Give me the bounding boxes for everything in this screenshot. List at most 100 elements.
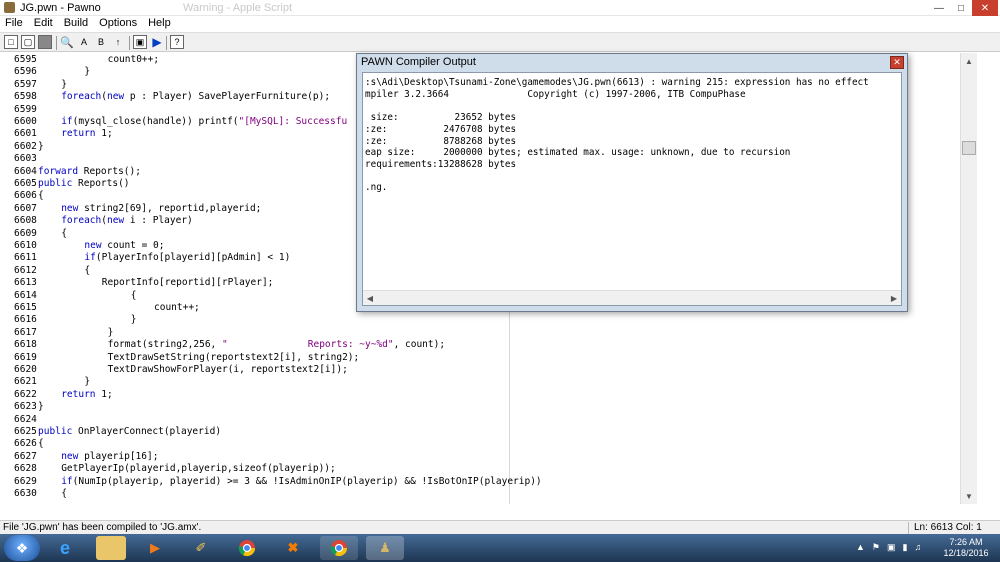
scroll-right-icon[interactable]: ▶ xyxy=(887,291,901,305)
open-file-icon[interactable]: ▢ xyxy=(21,35,35,49)
line-text: { xyxy=(130,289,137,301)
line-number: 6613 xyxy=(14,277,37,289)
save-file-icon[interactable] xyxy=(38,35,52,49)
maximize-button[interactable]: □ xyxy=(950,0,972,16)
status-message: File 'JG.pwn' has been compiled to 'JG.a… xyxy=(3,522,202,533)
line-text: count0++; xyxy=(107,54,160,65)
compiler-output-window: PAWN Compiler Output ✕ :s\Adi\Desktop\Ts… xyxy=(356,53,908,312)
start-button[interactable]: ❖ xyxy=(4,535,40,561)
window-title: JG.pwn - Pawno xyxy=(20,2,101,14)
toolbar: □ ▢ 🔍 A B ↑ ▣ ▶ ? xyxy=(0,32,1000,52)
line-number: 6615 xyxy=(14,302,37,313)
toolbar-separator xyxy=(56,36,57,50)
menu-options[interactable]: Options xyxy=(94,16,143,31)
compile-icon[interactable]: ▣ xyxy=(133,35,147,49)
line-text: forward Reports(); xyxy=(38,165,141,177)
line-number: 6619 xyxy=(14,351,37,363)
line-text: } xyxy=(130,314,137,326)
line-text: } xyxy=(107,326,114,338)
line-text: TextDrawSetString(reportstext2[i], strin… xyxy=(107,351,360,363)
line-number: 6607 xyxy=(14,202,37,214)
pawno-icon[interactable]: ♟ xyxy=(366,536,404,560)
menu-help[interactable]: Help xyxy=(143,16,177,31)
menu-bar: File Edit Build Options Help xyxy=(0,16,1000,31)
menu-file[interactable]: File xyxy=(0,16,29,31)
background-window-title: Warning - Apple Script xyxy=(183,2,293,14)
menu-build[interactable]: Build xyxy=(59,16,94,31)
ie-icon[interactable]: e xyxy=(46,536,84,560)
find-icon[interactable]: 🔍 xyxy=(60,35,74,49)
scroll-left-icon[interactable]: ◀ xyxy=(363,291,377,305)
media-player-icon[interactable]: ▶ xyxy=(136,536,174,560)
line-number: 6603 xyxy=(14,153,37,165)
tray-network-icon[interactable]: ▮ xyxy=(903,542,908,553)
tray-flag-icon[interactable]: ⚑ xyxy=(872,542,880,553)
vertical-scrollbar[interactable]: ▲ ▼ xyxy=(960,53,977,504)
compiler-output-text[interactable]: :s\Adi\Desktop\Tsunami-Zone\gamemodes\JG… xyxy=(362,72,902,306)
line-text: if(PlayerInfo[playerid][pAdmin] < 1) xyxy=(84,252,291,264)
line-number: 6606 xyxy=(14,190,37,202)
line-number: 6629 xyxy=(14,475,37,487)
chrome-icon-2[interactable] xyxy=(320,536,358,560)
line-number: 6624 xyxy=(14,413,37,425)
line-text: { xyxy=(38,438,44,450)
clock-date: 12/18/2016 xyxy=(943,548,989,558)
line-number: 6605 xyxy=(14,178,37,189)
compiler-output-line: :ze: 8788268 bytes xyxy=(365,135,517,147)
compiler-output-line: size: 23652 bytes xyxy=(365,112,517,124)
menu-edit[interactable]: Edit xyxy=(29,16,59,31)
line-number: 6609 xyxy=(14,227,37,239)
line-number: 6595 xyxy=(14,54,37,65)
pawno-app-icon xyxy=(4,2,15,13)
compiler-output-line: :s\Adi\Desktop\Tsunami-Zone\gamemodes\JG… xyxy=(365,77,869,88)
tray-arrow-icon[interactable]: ▲ xyxy=(856,542,865,553)
line-number: 6611 xyxy=(14,252,37,264)
line-text: return 1; xyxy=(61,388,113,400)
line-number: 6601 xyxy=(14,128,37,140)
tray-monitor-icon[interactable]: ▣ xyxy=(887,542,896,553)
clock[interactable]: 7:26 AM 12/18/2016 xyxy=(938,537,994,559)
line-text: GetPlayerIp(playerid,playerip,sizeof(pla… xyxy=(61,463,336,475)
line-number: 6627 xyxy=(14,450,37,462)
minimize-button[interactable]: — xyxy=(928,0,950,16)
line-number: 6598 xyxy=(14,91,37,103)
xampp-icon[interactable]: ✖ xyxy=(274,536,312,560)
line-text: foreach(new i : Player) xyxy=(61,215,193,227)
line-text: foreach(new p : Player) SavePlayerFurnit… xyxy=(61,91,331,103)
line-number: 6596 xyxy=(14,66,37,78)
find-next-icon[interactable]: A xyxy=(77,35,91,49)
line-text: } xyxy=(61,78,67,90)
status-divider xyxy=(908,522,909,534)
compiler-close-button[interactable]: ✕ xyxy=(890,56,904,69)
new-file-icon[interactable]: □ xyxy=(4,35,18,49)
compiler-output-title: PAWN Compiler Output xyxy=(361,56,476,68)
line-text: new playerip[16]; xyxy=(61,450,159,462)
line-text: if(NumIp(playerip, playerid) >= 3 && !Is… xyxy=(61,475,542,487)
run-icon[interactable]: ▶ xyxy=(150,35,164,49)
line-number: 6623 xyxy=(14,401,37,413)
line-number: 6630 xyxy=(14,488,37,499)
line-number: 6614 xyxy=(14,289,37,301)
explorer-icon[interactable] xyxy=(96,536,126,560)
compiler-output-line: eap size: 2000000 bytes; estimated max. … xyxy=(365,147,791,159)
line-text: ReportInfo[reportid][rPlayer]; xyxy=(101,277,274,289)
line-number: 6600 xyxy=(14,116,37,127)
horizontal-scrollbar[interactable]: ◀ ▶ xyxy=(363,290,901,305)
scroll-thumb[interactable] xyxy=(962,141,976,155)
close-button[interactable]: ✕ xyxy=(972,0,998,16)
goto-icon[interactable]: ↑ xyxy=(111,35,125,49)
toolbar-separator xyxy=(166,36,167,50)
line-number: 6617 xyxy=(14,326,37,338)
line-text: format(string2,256, " Reports: ~y~%d", c… xyxy=(107,339,446,351)
scroll-up-icon[interactable]: ▲ xyxy=(961,53,977,69)
line-text: new count = 0; xyxy=(84,240,165,251)
line-text: } xyxy=(38,401,44,413)
scroll-down-icon[interactable]: ▼ xyxy=(961,488,977,504)
help-icon[interactable]: ? xyxy=(170,35,184,49)
chrome-icon[interactable] xyxy=(228,536,266,560)
paint-icon[interactable]: ✐ xyxy=(182,536,220,560)
line-text: { xyxy=(84,264,91,276)
line-text: public Reports() xyxy=(38,178,130,189)
tray-volume-icon[interactable]: ♫ xyxy=(914,542,921,553)
replace-icon[interactable]: B xyxy=(94,35,108,49)
